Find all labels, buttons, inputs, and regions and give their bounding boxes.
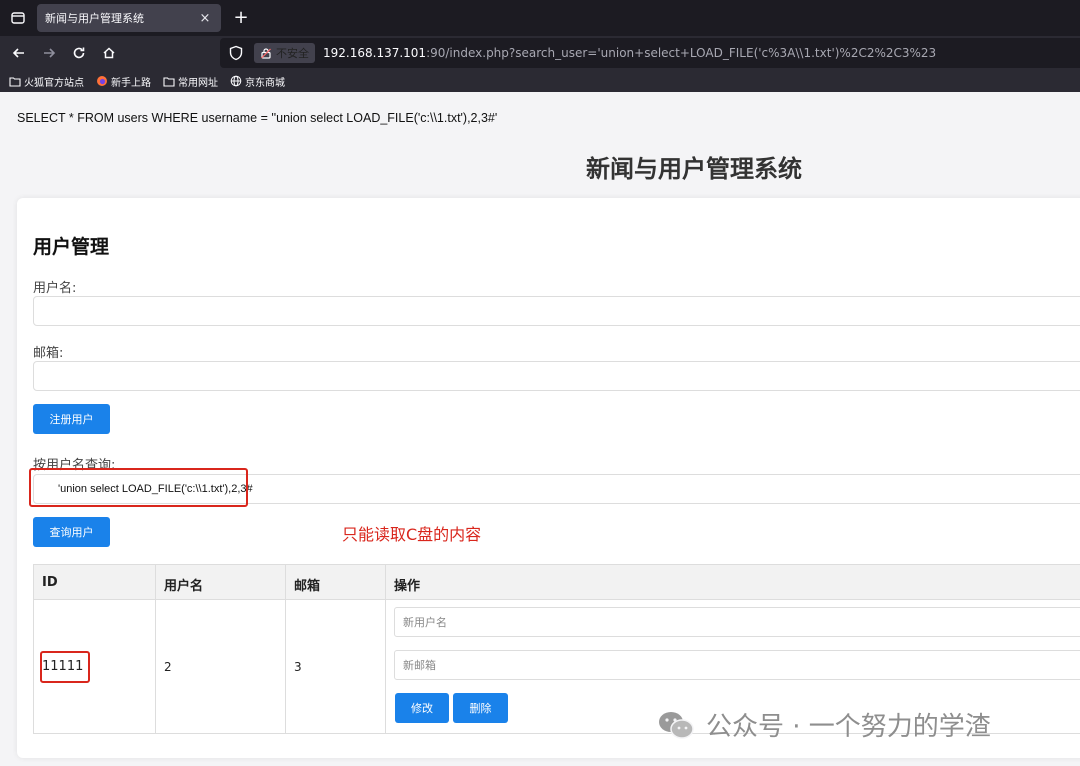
- forward-icon[interactable]: [37, 41, 61, 65]
- broken-lock-icon: [261, 48, 271, 59]
- column-divider: [385, 565, 386, 733]
- delete-button[interactable]: 删除: [453, 693, 508, 723]
- header-id: ID: [42, 575, 58, 590]
- search-user-button[interactable]: 查询用户: [33, 517, 110, 547]
- header-actions: 操作: [394, 579, 421, 594]
- column-divider: [155, 565, 156, 733]
- header-username: 用户名: [164, 579, 204, 594]
- watermark: 公众号 · 一个努力的学渣: [656, 706, 991, 743]
- firefox-icon: [97, 76, 107, 86]
- tab-list-icon[interactable]: [6, 6, 30, 30]
- email-input[interactable]: [33, 361, 1080, 391]
- globe-icon: [230, 75, 242, 87]
- register-user-button[interactable]: 注册用户: [33, 404, 110, 434]
- user-management-card: 用户管理 用户名: 邮箱: 注册用户 按用户名查询: 'union select…: [17, 198, 1080, 758]
- bookmark-getting-started[interactable]: 新手上路: [96, 74, 151, 89]
- folder-icon: [9, 76, 21, 87]
- tab-close-icon[interactable]: ×: [197, 11, 213, 26]
- highlight-box-id: [40, 651, 90, 683]
- url-host: 192.168.137.101: [323, 46, 427, 60]
- sql-query-text: SELECT * FROM users WHERE username = ''u…: [17, 111, 498, 125]
- new-email-input[interactable]: 新邮箱: [394, 650, 1080, 680]
- insecure-indicator[interactable]: 不安全: [254, 43, 315, 63]
- url-bar[interactable]: 不安全 192.168.137.101:90/index.php?search_…: [220, 38, 1080, 68]
- username-label: 用户名:: [33, 281, 77, 296]
- watermark-text: 公众号 · 一个努力的学渣: [706, 712, 991, 742]
- edit-button[interactable]: 修改: [395, 693, 449, 723]
- cell-email: 3: [294, 660, 302, 674]
- email-label: 邮箱:: [33, 346, 64, 361]
- active-tab[interactable]: 新闻与用户管理系统 ×: [37, 4, 221, 32]
- tab-bar: 新闻与用户管理系统 × +: [0, 0, 1080, 36]
- bookmark-label: 火狐官方站点: [24, 77, 84, 89]
- url-text[interactable]: 192.168.137.101:90/index.php?search_user…: [323, 46, 936, 60]
- username-input[interactable]: [33, 296, 1080, 326]
- folder-icon: [163, 76, 175, 87]
- tracking-shield-icon[interactable]: [228, 45, 244, 61]
- wechat-icon: [659, 711, 694, 739]
- reload-icon[interactable]: [67, 41, 91, 65]
- highlight-box-search: [29, 468, 248, 507]
- section-title: 用户管理: [33, 236, 110, 258]
- header-email: 邮箱: [294, 579, 321, 594]
- table-header-row: ID 用户名 邮箱 操作: [34, 565, 1080, 600]
- new-username-input[interactable]: 新用户名: [394, 607, 1080, 637]
- bookmarks-toolbar: 火狐官方站点 新手上路 常用网址 京东商城: [0, 70, 1080, 92]
- bookmark-label: 新手上路: [111, 77, 151, 89]
- column-divider: [285, 565, 286, 733]
- bookmark-jd[interactable]: 京东商城: [230, 74, 285, 89]
- bookmark-firefox-site[interactable]: 火狐官方站点: [9, 74, 84, 89]
- bookmark-label: 常用网址: [178, 77, 218, 89]
- annotation-text: 只能读取C盘的内容: [342, 525, 482, 544]
- new-tab-button[interactable]: +: [229, 6, 253, 30]
- cell-username: 2: [164, 660, 172, 674]
- page-content: SELECT * FROM users WHERE username = ''u…: [0, 92, 1080, 766]
- url-path: :90/index.php?search_user='union+select+…: [426, 46, 937, 60]
- home-icon[interactable]: [97, 41, 121, 65]
- back-icon[interactable]: [7, 41, 31, 65]
- insecure-label: 不安全: [276, 47, 309, 60]
- bookmark-label: 京东商城: [245, 77, 285, 89]
- system-title: 新闻与用户管理系统: [586, 155, 802, 183]
- tab-title: 新闻与用户管理系统: [45, 12, 144, 25]
- bookmark-common-sites[interactable]: 常用网址: [163, 74, 218, 89]
